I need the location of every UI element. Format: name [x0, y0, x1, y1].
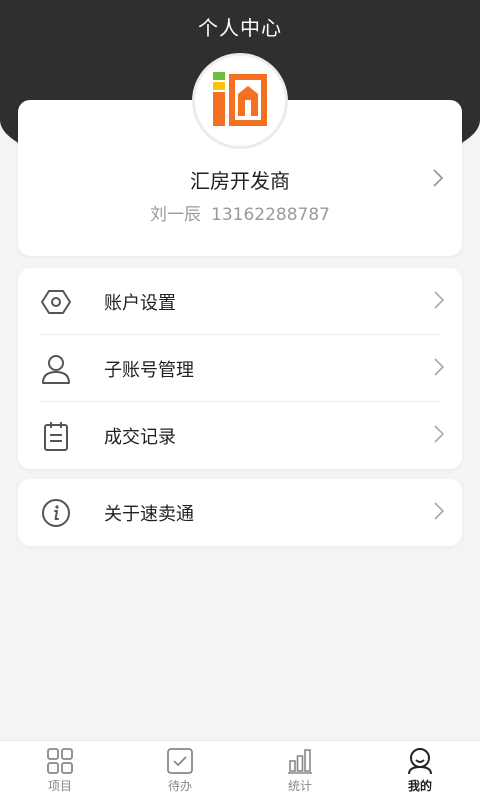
clipboard-icon [40, 420, 72, 452]
tab-label: 统计 [287, 779, 312, 793]
contact-name: 刘一辰 [150, 205, 201, 225]
user-icon [40, 353, 72, 385]
tab-projects[interactable]: 项目 [0, 741, 120, 800]
chevron-right-icon [434, 357, 445, 380]
tab-todo[interactable]: 待办 [120, 741, 240, 800]
menu-item-deal-records[interactable]: 成交记录 [18, 402, 462, 469]
tab-stats[interactable]: 统计 [240, 741, 360, 800]
about-menu-card: 关于速卖通 [18, 479, 462, 546]
page-title: 个人中心 [198, 16, 282, 40]
menu-item-label: 关于速卖通 [104, 503, 194, 525]
contact-phone: 13162288787 [211, 205, 330, 225]
grid-icon [46, 747, 74, 775]
menu-item-sub-accounts[interactable]: 子账号管理 [18, 335, 462, 402]
settings-menu-card: 账户设置 子账号管理 成交记录 [18, 268, 462, 469]
profile-icon [406, 747, 434, 775]
chevron-right-icon [434, 290, 445, 313]
checkbox-icon [166, 747, 194, 775]
company-name: 汇房开发商 [190, 169, 290, 193]
tab-mine[interactable]: 我的 [360, 741, 480, 800]
chevron-right-icon [434, 424, 445, 447]
company-logo [213, 72, 267, 126]
chevron-right-icon [434, 501, 445, 524]
tab-label: 待办 [167, 779, 192, 793]
menu-item-label: 账户设置 [104, 292, 176, 314]
bar-chart-icon [286, 747, 314, 775]
tab-label: 我的 [407, 779, 432, 793]
chevron-right-icon [432, 168, 444, 192]
settings-hexagon-icon [40, 286, 72, 318]
menu-item-about[interactable]: 关于速卖通 [18, 479, 462, 546]
info-icon [40, 497, 72, 529]
contact-info: 刘一辰 13162288787 [18, 200, 462, 225]
menu-item-label: 成交记录 [104, 426, 176, 448]
bottom-tab-bar: 项目 待办 统计 我的 [0, 740, 480, 800]
tab-label: 项目 [47, 779, 72, 793]
menu-item-account-settings[interactable]: 账户设置 [18, 268, 462, 335]
menu-item-label: 子账号管理 [104, 359, 194, 381]
company-logo-avatar [195, 56, 285, 146]
